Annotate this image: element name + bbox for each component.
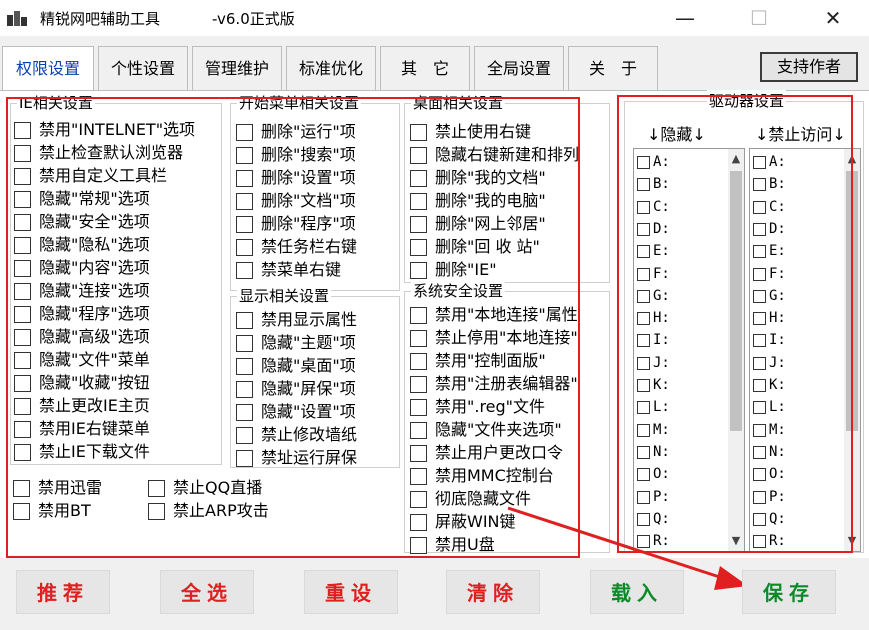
minimize-button[interactable]: — [662,2,708,34]
annotation-box-options [6,97,580,558]
recommend-button[interactable]: 推荐 [16,570,110,614]
app-icon [7,11,27,26]
tab-global[interactable]: 全局设置 [474,46,564,90]
save-button[interactable]: 保存 [742,570,836,614]
reset-button[interactable]: 重设 [304,570,398,614]
tab-bar: 权限设置 个性设置 管理维护 标准优化 其 它 全局设置 关 于 [0,46,869,92]
tab-optimize[interactable]: 标准优化 [286,46,376,90]
select-all-button[interactable]: 全选 [160,570,254,614]
maximize-button[interactable]: ☐ [736,2,782,34]
tab-other[interactable]: 其 它 [380,46,470,90]
tab-permissions[interactable]: 权限设置 [2,46,94,92]
tab-personal[interactable]: 个性设置 [98,46,188,90]
window-title: 精锐网吧辅助工具 [40,10,161,28]
annotation-box-drives [617,95,853,553]
clear-button[interactable]: 清除 [446,570,540,614]
close-button[interactable]: ✕ [810,2,856,34]
support-author-button[interactable]: 支持作者 [760,52,858,82]
tab-about[interactable]: 关 于 [568,46,658,90]
title-bar: 精锐网吧辅助工具 -v6.0正式版 — ☐ ✕ [0,0,869,36]
tab-maintenance[interactable]: 管理维护 [192,46,282,90]
window-version: -v6.0正式版 [212,10,295,28]
load-button[interactable]: 载入 [590,570,684,614]
